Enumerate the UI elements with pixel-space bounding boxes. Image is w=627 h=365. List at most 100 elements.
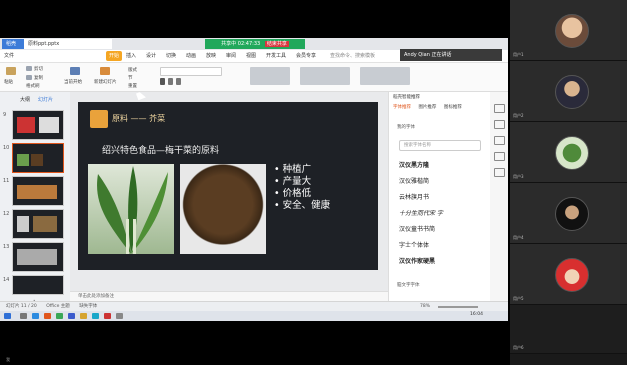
reset-label[interactable]: 重置 [128,83,137,89]
slide-canvas: 原料 —— 芥菜 绍兴特色食品—梅干菜的原料 • 种植广 • 产量大 • 价格低… [70,92,388,319]
taskbar-app-icon[interactable] [104,313,111,319]
font-item[interactable]: 汉仪雅楷简 [399,176,429,185]
slide-number: 13 [3,244,10,250]
bullet-item: • 价格低 [274,188,312,199]
tab-font-recommend[interactable]: 字体推荐 [393,105,411,110]
tab-outline[interactable]: 大纲 [20,96,30,103]
participant-tile[interactable]: 用户5 [510,244,627,305]
menu-transition[interactable]: 切换 [166,51,176,61]
shared-screen: 稻壳 原料ppt.pptx 共享中 02:47:33 结束共享 文件 开始 插入… [0,38,508,321]
font-item[interactable]: 云林旗月书 [399,192,429,201]
dried-vegetable-photo[interactable] [180,164,266,254]
current-slide[interactable]: 原料 —— 芥菜 绍兴特色食品—梅干菜的原料 • 种植广 • 产量大 • 价格低… [78,102,378,270]
menu-view[interactable]: 视图 [246,51,256,61]
command-search[interactable]: 查找命令、搜索模板 [330,51,375,61]
arrange-tools[interactable] [360,67,410,85]
paragraph-tools[interactable] [250,67,290,85]
cut-icon[interactable] [26,66,32,71]
font-item[interactable]: 汉仪童书书简 [399,224,435,233]
menu-animation[interactable]: 动画 [186,51,196,61]
taskbar-app-icon[interactable] [92,313,99,319]
menu-home[interactable]: 开始 [106,51,123,61]
taskbar-app-icon[interactable] [32,313,39,319]
missing-font-link[interactable]: 缺失字体 [79,304,97,309]
participant-tile[interactable]: 用户6 [510,305,627,354]
participants-sidebar: 用户1 用户2 用户3 用户4 用户5 用户6 [510,0,627,365]
share-status-text: 共享中 02:47:33 [221,41,261,47]
slide-title[interactable]: 原料 —— 芥菜 [112,113,165,124]
taskbar-app-icon[interactable] [68,313,75,319]
avatar [555,75,589,109]
new-slide-icon[interactable] [100,67,110,75]
my-fonts-label[interactable]: 我的字体 [397,124,415,130]
mustard-greens-photo[interactable] [88,164,174,254]
format-painter-label[interactable]: 格式刷 [26,83,40,89]
play-icon[interactable] [70,67,80,75]
play-label: 当前开始 [64,80,82,85]
taskbar-app-icon[interactable] [44,313,51,319]
shape-tools[interactable] [300,67,350,85]
italic-icon[interactable] [168,78,173,85]
slide-bullets[interactable]: • 种植广 • 产量大 • 价格低 • 安全、健康 [274,164,330,212]
slide-thumbnail[interactable] [12,110,64,140]
menu-slideshow[interactable]: 放映 [206,51,216,61]
theme-name: Office 主题 [46,304,70,309]
layout-label[interactable]: 版式 [128,67,137,73]
section-label[interactable]: 节 [128,75,133,81]
slide-number: 11 [3,178,10,184]
menu-review[interactable]: 审阅 [226,51,236,61]
participant-tile[interactable]: 用户3 [510,122,627,183]
font-item[interactable]: 汉仪作家硬黑 [399,256,435,265]
settings-icon[interactable] [494,168,505,177]
stop-share-button[interactable]: 结束共享 [264,41,289,47]
font-item[interactable]: 字士个体体 [399,240,429,249]
tab-icon-recommend[interactable]: 图标推荐 [444,105,462,110]
tab-document[interactable]: 原料ppt.pptx [24,39,112,49]
image-icon[interactable] [494,152,505,161]
font-item[interactable]: 汉仪黑方隆 [399,160,429,169]
animation-icon[interactable] [494,120,505,129]
participant-name: 用户6 [513,345,524,350]
self-name: 我 [6,357,10,362]
slide-number: 14 [3,277,10,283]
recommendation-pane: 稻壳智能推荐 字体推荐 图片推荐 图标推荐 我的字体 搜索字体名称 汉仪黑方隆 … [388,92,491,319]
slide-thumbnail[interactable] [12,176,64,206]
start-icon[interactable] [4,313,11,319]
pane-footer[interactable]: 脑文字字体 [397,282,420,288]
participant-tile[interactable]: 用户2 [510,61,627,122]
participant-name: 用户5 [513,296,524,301]
copy-icon[interactable] [26,75,32,80]
tab-image-recommend[interactable]: 图片推荐 [418,105,436,110]
taskbar-app-icon[interactable] [80,313,87,319]
slide-subtitle[interactable]: 绍兴特色食品—梅干菜的原料 [102,143,219,156]
slide-thumbnail-active[interactable] [12,143,64,173]
shape-icon[interactable] [494,136,505,145]
menu-member[interactable]: 会员专享 [296,51,316,61]
zoom-slider[interactable] [438,306,478,308]
slide-thumbnail[interactable] [12,275,64,295]
font-item[interactable]: 十分生而代宋 字 [399,208,443,217]
participant-tile[interactable]: 用户4 [510,183,627,244]
font-search-input[interactable]: 搜索字体名称 [399,140,481,151]
design-icon[interactable] [494,104,505,113]
menu-file[interactable]: 文件 [4,51,14,61]
bold-icon[interactable] [160,78,165,85]
taskbar-app-icon[interactable] [116,313,123,319]
menu-insert[interactable]: 插入 [126,51,136,61]
font-name-select[interactable] [160,67,222,76]
paste-icon[interactable] [6,67,16,75]
share-status-bar[interactable]: 共享中 02:47:33 结束共享 [205,39,305,49]
menu-developer[interactable]: 开发工具 [266,51,286,61]
slide-thumbnail[interactable] [12,209,64,239]
bullet-item: • 安全、健康 [274,200,331,211]
tab-slides[interactable]: 幻灯片 [38,96,53,103]
underline-icon[interactable] [176,78,181,85]
menu-design[interactable]: 设计 [146,51,156,61]
participant-tile[interactable]: 用户1 [510,0,627,61]
avatar [555,197,589,231]
taskbar-app-icon[interactable] [56,313,63,319]
slide-thumbnail-pane: 大纲 幻灯片 9 10 11 12 13 14 + [0,92,71,319]
slide-number: 10 [3,145,10,151]
slide-thumbnail[interactable] [12,242,64,272]
taskbar-app-icon[interactable] [20,313,27,319]
